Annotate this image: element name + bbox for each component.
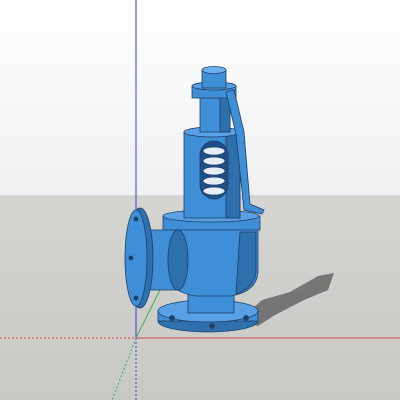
cap-top bbox=[201, 66, 227, 74]
inlet-pipe-shade bbox=[167, 229, 189, 291]
bolt-hole bbox=[133, 295, 139, 301]
bolt-hole bbox=[209, 323, 215, 329]
scene-canvas[interactable] bbox=[0, 0, 400, 400]
bolt-hole bbox=[243, 315, 249, 321]
side-flange-face bbox=[124, 209, 148, 307]
green-axis-dotted bbox=[111, 337, 137, 400]
bolt-hole bbox=[169, 315, 175, 321]
spring-coil bbox=[202, 146, 226, 196]
bolt-hole bbox=[128, 255, 134, 261]
model-viewport[interactable] bbox=[0, 0, 400, 400]
bolt-hole bbox=[133, 216, 139, 222]
safety-valve-model[interactable] bbox=[124, 66, 265, 333]
